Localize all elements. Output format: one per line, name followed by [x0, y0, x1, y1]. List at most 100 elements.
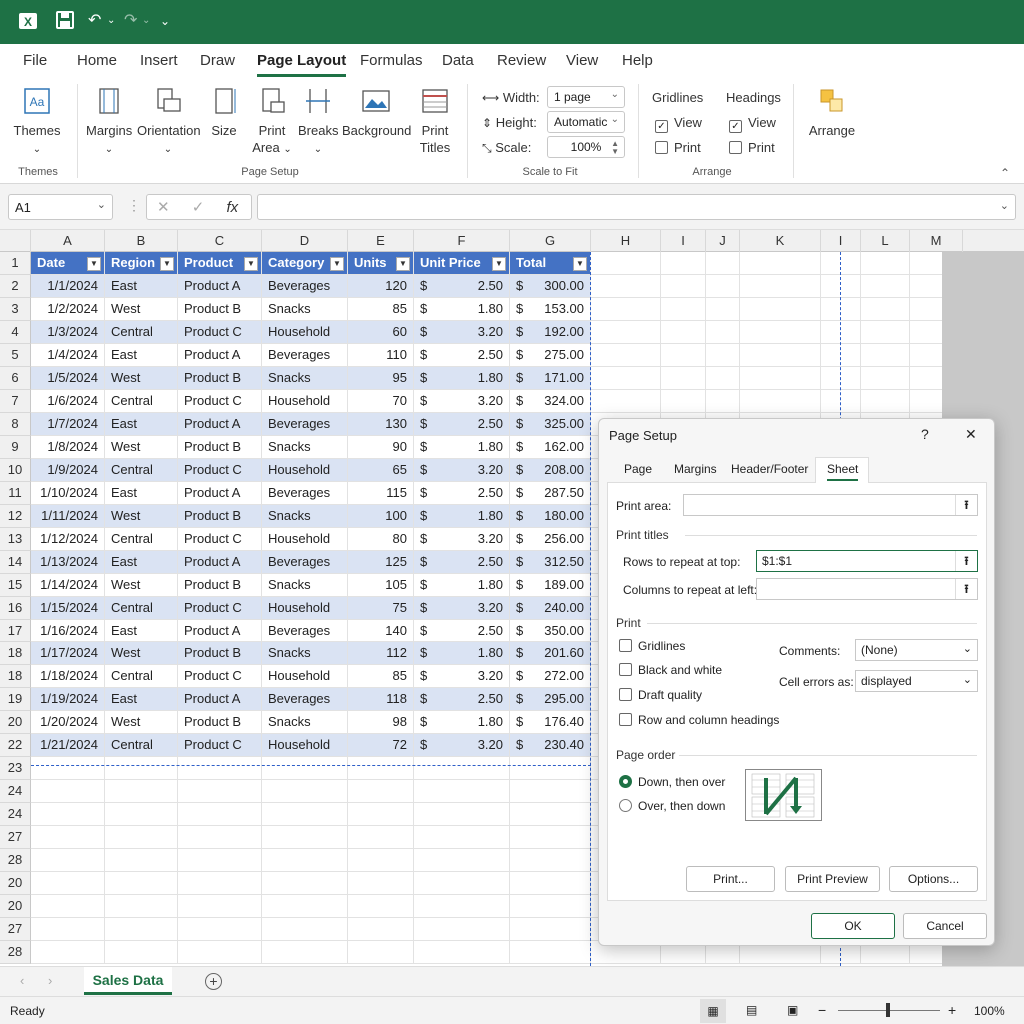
collapse-dialog-icon[interactable]: ⭱ — [955, 495, 977, 515]
zoom-level[interactable]: 100% — [974, 1004, 1005, 1018]
cell[interactable] — [31, 941, 105, 965]
table-cell[interactable]: $2.50 — [414, 688, 510, 712]
table-cell[interactable]: Beverages — [262, 481, 348, 505]
cell[interactable] — [31, 826, 105, 850]
cell[interactable] — [591, 297, 661, 321]
cell[interactable] — [31, 803, 105, 827]
table-cell[interactable]: 130 — [348, 412, 414, 436]
background-button[interactable]: Background — [342, 86, 411, 139]
table-cell[interactable]: West — [105, 711, 178, 735]
cell[interactable] — [591, 343, 661, 367]
table-cell[interactable]: West — [105, 366, 178, 390]
tab-page-layout[interactable]: Page Layout — [257, 52, 347, 77]
table-cell[interactable]: $324.00 — [510, 389, 591, 413]
cell[interactable] — [262, 849, 348, 873]
cell[interactable] — [414, 918, 510, 942]
cell[interactable] — [740, 389, 821, 413]
zoom-slider-thumb[interactable] — [886, 1003, 890, 1017]
cell[interactable] — [105, 895, 178, 919]
column-header[interactable]: I — [821, 230, 861, 252]
table-cell[interactable]: 1/21/2024 — [31, 734, 105, 758]
row-header[interactable]: 12 — [0, 504, 31, 528]
column-header[interactable]: A — [31, 230, 105, 252]
table-cell[interactable]: Product A — [178, 688, 262, 712]
tab-file[interactable]: File — [23, 52, 47, 69]
tab-draw[interactable]: Draw — [200, 52, 235, 69]
tab-formulas[interactable]: Formulas — [360, 52, 423, 69]
cell[interactable] — [178, 780, 262, 804]
table-cell[interactable]: $1.80 — [414, 573, 510, 597]
column-header[interactable]: E — [348, 230, 414, 252]
cell[interactable] — [510, 803, 591, 827]
cell[interactable] — [706, 320, 740, 344]
row-header[interactable]: 8 — [0, 412, 31, 436]
cell[interactable] — [821, 297, 861, 321]
save-icon[interactable] — [56, 11, 74, 35]
collapse-ribbon-icon[interactable]: ⌃ — [1000, 166, 1010, 180]
next-sheet-icon[interactable]: › — [48, 973, 52, 988]
column-header[interactable]: J — [706, 230, 740, 252]
enter-icon[interactable]: ✓ — [192, 199, 205, 216]
table-cell[interactable]: $350.00 — [510, 619, 591, 643]
expand-formula-icon[interactable]: ⌄ — [1000, 199, 1009, 212]
table-cell[interactable]: Central — [105, 389, 178, 413]
table-cell[interactable]: $3.20 — [414, 458, 510, 482]
cell[interactable] — [105, 918, 178, 942]
table-cell[interactable]: $287.50 — [510, 481, 591, 505]
cell[interactable] — [414, 872, 510, 896]
column-header[interactable]: D — [262, 230, 348, 252]
page-break-preview-icon[interactable]: ▣ — [787, 1003, 798, 1017]
cell[interactable] — [861, 343, 910, 367]
table-cell[interactable]: Central — [105, 596, 178, 620]
gridlines-print-checkbox[interactable]: Print — [655, 140, 701, 155]
table-cell[interactable]: 1/2/2024 — [31, 297, 105, 321]
cell[interactable] — [510, 849, 591, 873]
table-cell[interactable]: Household — [262, 458, 348, 482]
table-cell[interactable]: $3.20 — [414, 389, 510, 413]
table-cell[interactable]: Snacks — [262, 642, 348, 666]
draft-quality-checkbox[interactable]: Draft quality — [619, 688, 702, 702]
table-cell[interactable]: $1.80 — [414, 297, 510, 321]
cell[interactable] — [591, 252, 661, 275]
cell[interactable] — [510, 826, 591, 850]
table-cell[interactable]: Central — [105, 665, 178, 689]
table-cell[interactable]: $189.00 — [510, 573, 591, 597]
table-cell[interactable]: 60 — [348, 320, 414, 344]
table-cell[interactable]: 1/9/2024 — [31, 458, 105, 482]
cell[interactable] — [861, 389, 910, 413]
table-cell[interactable]: 1/14/2024 — [31, 573, 105, 597]
cell[interactable] — [105, 757, 178, 781]
table-cell[interactable]: $176.40 — [510, 711, 591, 735]
table-cell[interactable]: $3.20 — [414, 734, 510, 758]
row-header[interactable]: 20 — [0, 872, 31, 896]
table-cell[interactable]: $240.00 — [510, 596, 591, 620]
table-cell[interactable]: 1/1/2024 — [31, 274, 105, 298]
row-header[interactable]: 17 — [0, 619, 31, 643]
size-button[interactable]: Size — [205, 86, 243, 139]
cell[interactable] — [661, 320, 706, 344]
tab-review[interactable]: Review — [497, 52, 546, 69]
row-header[interactable]: 5 — [0, 343, 31, 367]
table-cell[interactable]: 1/3/2024 — [31, 320, 105, 344]
table-cell[interactable]: East — [105, 343, 178, 367]
tab-home[interactable]: Home — [77, 52, 117, 69]
table-cell[interactable]: Product C — [178, 596, 262, 620]
table-cell[interactable]: 1/18/2024 — [31, 665, 105, 689]
cell[interactable] — [706, 366, 740, 390]
table-cell[interactable]: Central — [105, 320, 178, 344]
cell[interactable] — [821, 274, 861, 298]
table-cell[interactable]: $2.50 — [414, 481, 510, 505]
row-header[interactable]: 2 — [0, 274, 31, 298]
cell[interactable] — [706, 343, 740, 367]
table-cell[interactable]: $256.00 — [510, 527, 591, 551]
row-header[interactable]: 16 — [0, 596, 31, 620]
row-header[interactable]: 24 — [0, 780, 31, 804]
table-cell[interactable]: 1/7/2024 — [31, 412, 105, 436]
ok-button[interactable]: OK — [811, 913, 895, 939]
column-header[interactable]: M — [910, 230, 963, 252]
cell[interactable] — [591, 320, 661, 344]
table-cell[interactable]: Product A — [178, 619, 262, 643]
print-area-input[interactable]: ⭱ — [683, 494, 978, 516]
table-cell[interactable]: 65 — [348, 458, 414, 482]
cell-errors-dropdown[interactable]: displayed ⌄ — [855, 670, 978, 692]
